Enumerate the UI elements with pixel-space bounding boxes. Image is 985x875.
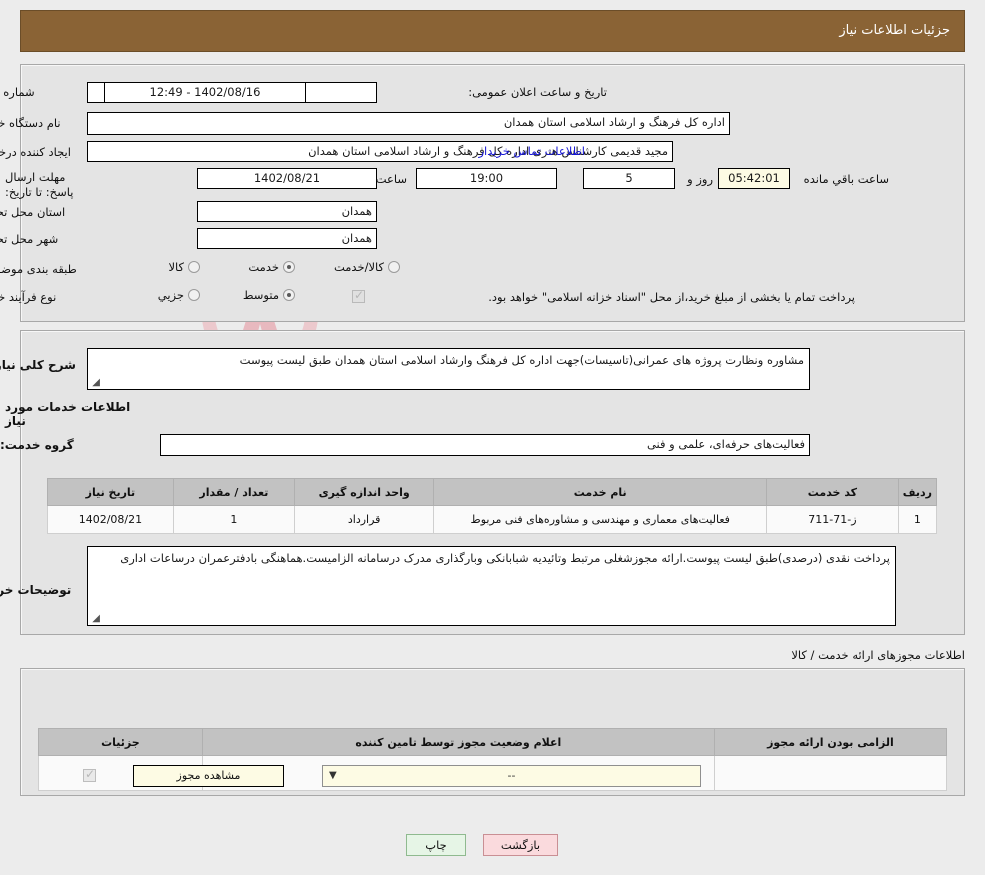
treasury-bond-note: پرداخت تمام یا بخشی از مبلغ خرید،از محل … — [488, 290, 855, 304]
page-title: جزئیات اطلاعات نیاز — [839, 23, 950, 38]
requester-label: ایجاد کننده درخواست: — [0, 145, 71, 159]
view-license-button-label: مشاهده مجوز — [176, 769, 241, 782]
buyer-contact-link[interactable]: اطلاعات تماس خریدار — [478, 144, 585, 158]
need-summary-label: شرح کلی نیاز: — [0, 358, 76, 372]
need-number-label: شماره نیاز: — [0, 85, 35, 99]
radio-dot-jozi[interactable] — [188, 289, 200, 301]
buyer-notes-text: پرداخت نقدی (درصدی)طبق لیست پیوست.ارائه … — [120, 551, 890, 565]
services-info-heading: اطلاعات خدمات مورد نیاز — [5, 400, 131, 428]
delivery-city-value: همدان — [197, 228, 377, 249]
requester-value: مجید قدیمی کارشناس هنری اداره کل فرهنگ و… — [87, 141, 673, 162]
back-button[interactable]: بازگشت — [483, 834, 558, 856]
radio-process-motavaset[interactable]: متوسط — [243, 288, 295, 302]
radio-process-jozi[interactable]: جزیي — [158, 288, 200, 302]
th-row: ردیف — [897, 478, 938, 506]
th-code: کد خدمت — [766, 478, 899, 506]
delivery-province-value: همدان — [197, 201, 377, 222]
days-remaining-value: 5 — [583, 168, 675, 189]
need-summary-value[interactable]: مشاوره ونظارت پروژه های عمرانی(تاسیسات)ج… — [87, 348, 810, 390]
buyer-notes-label: توضیحات خریدار: — [0, 583, 72, 597]
buyer-organization-label: نام دستگاه خریدار: — [0, 116, 61, 130]
cell-code: ز-71-711 — [766, 505, 899, 534]
radio-dot-kala[interactable] — [188, 261, 200, 273]
announcement-datetime-label: تاریخ و ساعت اعلان عمومی: — [468, 85, 607, 99]
resize-grip-icon[interactable]: ◢ — [90, 378, 100, 388]
delivery-city-label: شهر محل تحویل: — [0, 232, 59, 246]
deadline-hour-label: ساعت — [375, 172, 407, 186]
cell-date: 1402/08/21 — [47, 505, 174, 534]
cell-row: 1 — [897, 505, 938, 534]
radio-category-kala-khedmat[interactable]: کالا/خدمت — [334, 260, 400, 274]
buyer-notes-value[interactable]: پرداخت نقدی (درصدی)طبق لیست پیوست.ارائه … — [87, 546, 896, 626]
page-header-bar: جزئیات اطلاعات نیاز — [20, 10, 965, 52]
delivery-province-label: استان محل تحویل: — [0, 205, 66, 219]
service-group-label: گروه خدمت: — [0, 438, 74, 452]
print-button[interactable]: چاپ — [406, 834, 466, 856]
purchase-process-label: نوع فرآیند خرید : — [0, 290, 57, 304]
countdown-timer-label: ساعت باقي مانده — [803, 172, 889, 186]
radio-dot-khedmat[interactable] — [283, 261, 295, 273]
th-details: جزئیات — [38, 728, 203, 756]
th-status: اعلام وضعیت مجوز توسط تامین کننده — [201, 728, 715, 756]
deadline-date-value: 1402/08/21 — [197, 168, 377, 189]
view-license-button[interactable]: مشاهده مجوز — [133, 765, 284, 787]
cell-name: فعالیت‌های معماری و مهندسی و مشاوره‌های … — [433, 505, 768, 534]
th-required: الزامی بودن ارائه مجوز — [713, 728, 948, 756]
license-status-select[interactable]: ▼ -- — [322, 765, 701, 787]
radio-label-jozi: جزیي — [157, 288, 184, 302]
licenses-table-header-row: الزامی بودن ارائه مجوز اعلام وضعیت مجوز … — [38, 728, 948, 756]
services-table: ردیف کد خدمت نام خدمت واحد اندازه گیری ت… — [47, 478, 938, 534]
radio-label-khedmat: خدمت — [248, 260, 279, 274]
subject-category-label: طبقه بندی موضوعی: — [0, 262, 77, 276]
deadline-hour-value: 19:00 — [416, 168, 557, 189]
days-unit-label: روز و — [687, 172, 713, 186]
radio-category-khedmat[interactable]: خدمت — [248, 260, 295, 274]
need-summary-text: مشاوره ونظارت پروژه های عمرانی(تاسیسات)ج… — [239, 353, 804, 367]
print-button-label: چاپ — [425, 838, 447, 852]
cell-unit: قرارداد — [293, 505, 435, 534]
license-required-checkbox[interactable] — [83, 767, 96, 782]
buyer-organization-value: اداره کل فرهنگ و ارشاد اسلامی استان همدا… — [87, 112, 730, 135]
th-date: تاریخ نیاز — [47, 478, 174, 506]
th-name: نام خدمت — [433, 478, 768, 506]
radio-dot-motavaset[interactable] — [283, 289, 295, 301]
licenses-caption: اطلاعات مجوزهای ارائه خدمت / کالا — [791, 648, 965, 662]
service-group-value: فعالیت‌های حرفه‌ای، علمی و فنی — [160, 434, 810, 456]
countdown-timer-value: 05:42:01 — [718, 168, 790, 189]
th-quantity: تعداد / مقدار — [172, 478, 295, 506]
chevron-down-icon: ▼ — [329, 770, 337, 781]
table-row: 1 ز-71-711 فعالیت‌های معماری و مهندسی و … — [47, 505, 938, 534]
response-deadline-label: مهلت ارسال پاسخ: تا تاریخ: — [5, 170, 74, 199]
radio-label-kala: کالا — [168, 260, 184, 274]
cell-required — [713, 755, 948, 791]
radio-label-kala-khedmat: کالا/خدمت — [333, 260, 384, 274]
radio-label-motavaset: متوسط — [242, 288, 279, 302]
resize-grip-icon-notes[interactable]: ◢ — [90, 614, 100, 624]
radio-dot-kala-khedmat[interactable] — [388, 261, 400, 273]
license-status-selected-value: -- — [507, 769, 516, 782]
announcement-datetime-value: 1402/08/16 - 12:49 — [104, 82, 306, 103]
treasury-bond-checkbox[interactable] — [352, 288, 365, 303]
th-unit: واحد اندازه گیری — [293, 478, 435, 506]
services-table-header-row: ردیف کد خدمت نام خدمت واحد اندازه گیری ت… — [47, 478, 938, 506]
cell-quantity: 1 — [172, 505, 295, 534]
back-button-label: بازگشت — [500, 838, 541, 852]
radio-category-kala[interactable]: کالا — [168, 260, 200, 274]
